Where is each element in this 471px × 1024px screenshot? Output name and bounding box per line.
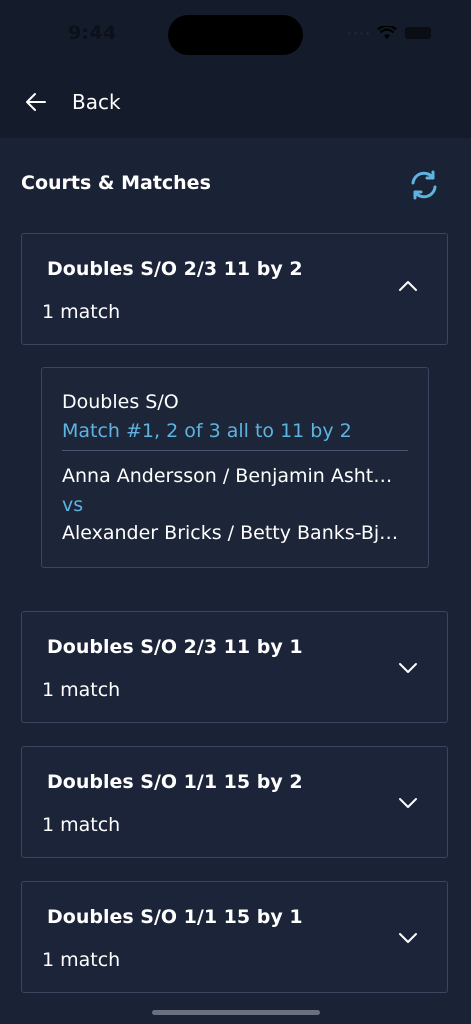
- chevron-down-icon[interactable]: [398, 662, 418, 674]
- team-two: Alexander Bricks / Betty Banks-Bj…: [62, 522, 399, 544]
- group-count: 1 match: [42, 949, 121, 971]
- section-title: Courts & Matches: [21, 172, 211, 194]
- chevron-down-icon[interactable]: [398, 932, 418, 944]
- chevron-down-icon[interactable]: [398, 797, 418, 809]
- chevron-up-icon[interactable]: [398, 280, 418, 292]
- status-time: 9:44: [68, 22, 117, 44]
- divider: [62, 450, 408, 451]
- group-title: Doubles S/O 1/1 15 by 2: [47, 771, 303, 793]
- refresh-icon[interactable]: [408, 169, 440, 201]
- group-count: 1 match: [42, 814, 121, 836]
- group-title: Doubles S/O 2/3 11 by 2: [47, 258, 303, 280]
- group-card[interactable]: Doubles S/O 1/1 15 by 2 1 match: [21, 746, 448, 858]
- status-icons: [348, 26, 431, 40]
- vs-label: vs: [62, 494, 84, 516]
- group-title: Doubles S/O 2/3 11 by 1: [47, 636, 303, 658]
- header: Back: [0, 70, 471, 138]
- signal-icon: [348, 31, 369, 35]
- group-count: 1 match: [42, 301, 121, 323]
- back-button[interactable]: Back: [72, 90, 121, 114]
- match-description: Match #1, 2 of 3 all to 11 by 2: [62, 420, 352, 442]
- match-card[interactable]: Doubles S/O Match #1, 2 of 3 all to 11 b…: [41, 367, 429, 568]
- group-card[interactable]: Doubles S/O 2/3 11 by 1 1 match: [21, 611, 448, 723]
- group-title: Doubles S/O 1/1 15 by 1: [47, 906, 303, 928]
- wifi-icon: [377, 26, 397, 39]
- match-type: Doubles S/O: [62, 391, 179, 413]
- group-count: 1 match: [42, 679, 121, 701]
- group-card[interactable]: Doubles S/O 2/3 11 by 2 1 match: [21, 233, 448, 345]
- status-bar: 9:44: [0, 0, 471, 70]
- battery-icon: [405, 27, 431, 39]
- team-one: Anna Andersson / Benjamin Asht…: [62, 465, 393, 487]
- back-arrow-icon[interactable]: [24, 90, 48, 114]
- dynamic-island: [168, 15, 303, 55]
- home-indicator[interactable]: [152, 1010, 320, 1015]
- group-card[interactable]: Doubles S/O 1/1 15 by 1 1 match: [21, 881, 448, 993]
